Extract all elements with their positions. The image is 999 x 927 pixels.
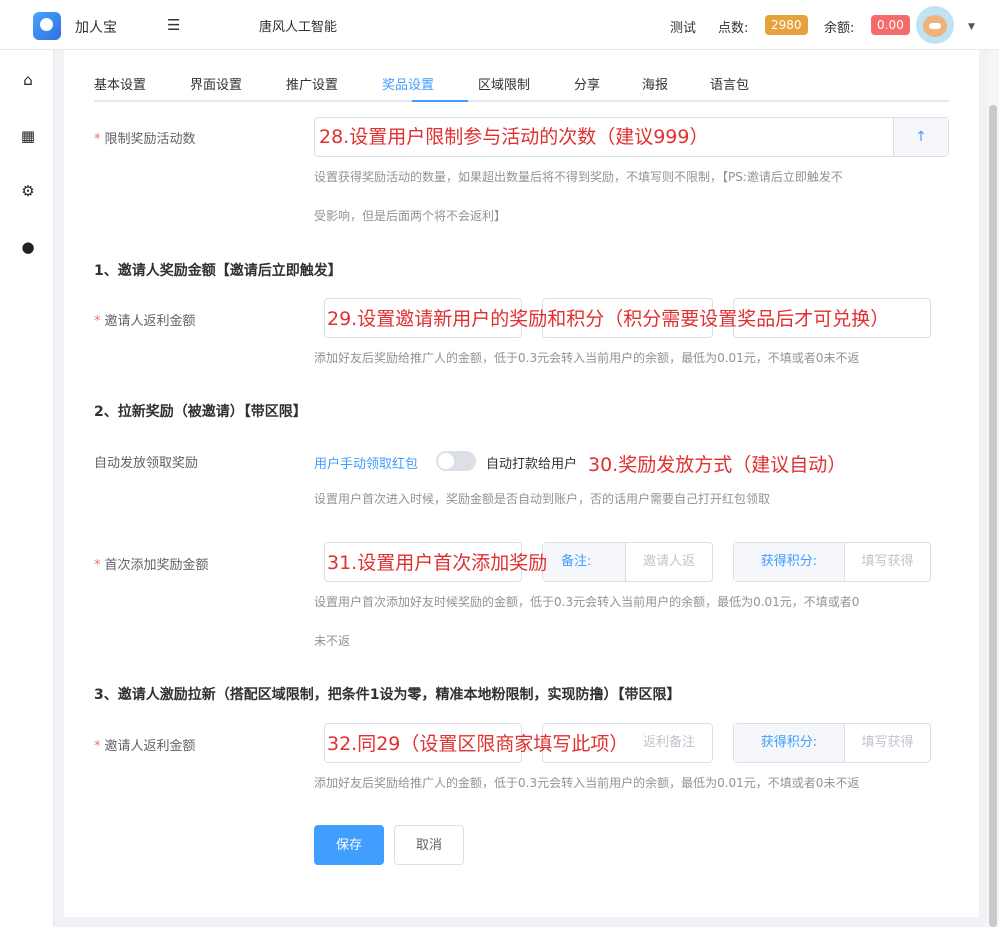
section-2-title: 2、拉新奖励（被邀请）【带区限】 — [94, 404, 307, 420]
first-remark-input[interactable]: 备注: 邀请人返 — [542, 542, 713, 582]
first-remark-label: 备注: — [543, 543, 626, 581]
annotation-30: 30.奖励发放方式（建议自动） — [588, 454, 847, 476]
tab-basic[interactable]: 基本设置 — [94, 74, 146, 93]
section-3-help: 添加好友后奖励给推广人的金额，低于0.3元会转入当前用户的余额，最低为0.01元… — [314, 776, 860, 790]
sidebar: ⌂ ▦ ⚙ ● — [0, 50, 54, 927]
incentive-points-placeholder: 填写获得 — [861, 735, 914, 750]
section-3-title: 3、邀请人激励拉新（搭配区域限制，把条件1设为零，精准本地粉限制，实现防撸）【带… — [94, 687, 681, 703]
home-icon[interactable]: ⌂ — [19, 71, 37, 89]
tab-poster[interactable]: 海报 — [642, 74, 668, 93]
incentive-points-input[interactable]: 获得积分: 填写获得 — [733, 723, 931, 763]
annotation-31: 31.设置用户首次添加奖励 — [327, 552, 548, 574]
points-label: 点数: — [718, 21, 749, 36]
tab-interface[interactable]: 界面设置 — [190, 74, 242, 93]
chevron-down-icon[interactable]: ▼ — [968, 22, 975, 32]
user-avatar[interactable] — [916, 6, 954, 44]
gear-icon[interactable]: ⚙ — [19, 182, 37, 200]
tab-prize[interactable]: 奖品设置 — [382, 74, 434, 93]
annotation-29: 29.设置邀请新用户的奖励和积分（积分需要设置奖品后才可兑换） — [327, 308, 890, 330]
limit-label: * 限制奖励活动数 — [94, 132, 196, 147]
first-reward-label: * 首次添加奖励金额 — [94, 558, 209, 573]
auto-option-label[interactable]: 自动打款给用户 — [486, 453, 577, 472]
arrow-up-icon[interactable]: ↑ — [893, 118, 948, 156]
incentive-points-label: 获得积分: — [734, 724, 845, 762]
user-icon[interactable]: ● — [19, 238, 37, 256]
annotation-32: 32.同29（设置区限商家填写此项） — [327, 733, 629, 755]
manual-option-label[interactable]: 用户手动领取红包 — [314, 453, 418, 472]
first-points-placeholder: 填写获得 — [861, 554, 914, 569]
balance-label: 余额: — [824, 21, 855, 36]
limit-help-1: 设置获得奖励活动的数量，如果超出数量后将不得到奖励，不填写则不限制，【PS:邀请… — [314, 170, 843, 184]
section-3-label: * 邀请人返利金额 — [94, 739, 196, 754]
points-badge: 2980 — [765, 15, 808, 35]
auto-reward-switch[interactable] — [436, 451, 476, 471]
annotation-28: 28.设置用户限制参与活动的次数（建议999） — [319, 126, 709, 148]
app-title: 加人宝 — [75, 20, 117, 36]
limit-help-2: 受影响，但是后面两个将不会返利】 — [314, 209, 507, 223]
section-1-help: 添加好友后奖励给推广人的金额，低于0.3元会转入当前用户的余额，最低为0.01元… — [314, 351, 860, 365]
section-1-label: * 邀请人返利金额 — [94, 314, 196, 329]
first-reward-help-2: 未不返 — [314, 634, 351, 648]
balance-badge: 0.00 — [871, 15, 910, 35]
grid-icon[interactable]: ▦ — [19, 127, 37, 145]
test-label[interactable]: 测试 — [670, 17, 696, 36]
tab-region[interactable]: 区域限制 — [478, 74, 530, 93]
menu-toggle-icon[interactable]: ☰ — [167, 16, 180, 34]
tab-language[interactable]: 语言包 — [710, 74, 749, 93]
top-bar: 加人宝 ☰ 唐风人工智能 测试 点数: 2980 余额: 0.00 ▼ — [0, 0, 999, 50]
active-tab-indicator — [412, 100, 468, 102]
auto-reward-label: 自动发放领取奖励 — [94, 456, 199, 471]
main-panel: 基本设置 界面设置 推广设置 奖品设置 区域限制 分享 海报 语言包 * 限制奖励… — [64, 50, 979, 917]
first-points-input[interactable]: 获得积分: 填写获得 — [733, 542, 931, 582]
first-points-label: 获得积分: — [734, 543, 845, 581]
scrollbar-thumb[interactable] — [989, 105, 997, 927]
company-name: 唐风人工智能 — [259, 20, 338, 35]
incentive-remark-placeholder: 返利备注 — [642, 735, 695, 750]
tab-share[interactable]: 分享 — [574, 74, 600, 93]
tab-promotion[interactable]: 推广设置 — [286, 74, 338, 93]
cancel-button[interactable]: 取消 — [394, 825, 464, 865]
first-reward-help-1: 设置用户首次添加好友时候奖励的金额，低于0.3元会转入当前用户的余额，最低为0.… — [314, 595, 860, 609]
settings-tabs: 基本设置 界面设置 推广设置 奖品设置 区域限制 分享 海报 语言包 — [94, 70, 949, 102]
section-1-title: 1、邀请人奖励金额【邀请后立即触发】 — [94, 263, 342, 279]
app-logo — [33, 12, 61, 40]
save-button[interactable]: 保存 — [314, 825, 384, 865]
auto-reward-help: 设置用户首次进入时候，奖励金额是否自动到账户，否的话用户需要自己打开红包领取 — [314, 492, 771, 506]
first-remark-placeholder: 邀请人返 — [642, 554, 695, 569]
